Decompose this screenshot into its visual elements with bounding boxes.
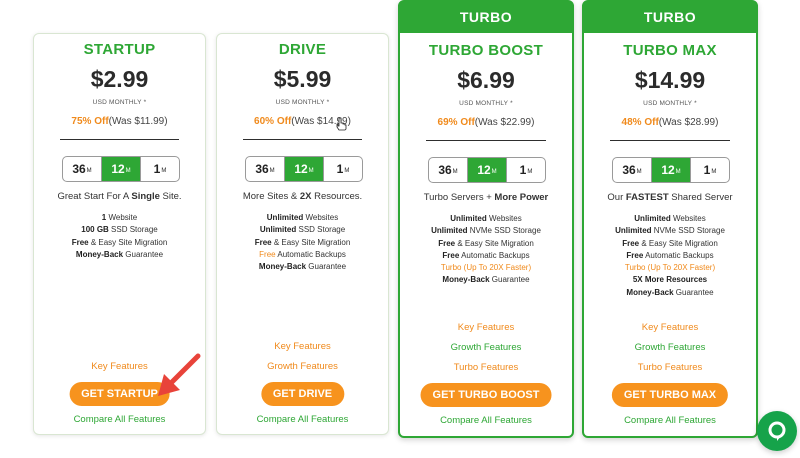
feature-list: Unlimited Websites Unlimited NVMe SSD St… xyxy=(400,213,572,287)
plan-price: $14.99 xyxy=(634,67,706,93)
key-features-link[interactable]: Key Features xyxy=(584,318,756,338)
compare-all-features-link[interactable]: Compare All Features xyxy=(584,415,756,426)
discount-text: 69% Off(Was $22.99) xyxy=(437,117,535,128)
hand-cursor-icon xyxy=(336,117,347,131)
plan-name: TURBO MAX xyxy=(623,42,717,59)
feature-links: Key Features Growth Features Turbo Featu… xyxy=(400,318,572,378)
plan-card-turbo-max: TURBO TURBO MAX $14.99 USD MONTHLY * 48%… xyxy=(582,0,758,438)
term-selector: 36 M 12 M 1M xyxy=(612,157,730,183)
feature-item: Turbo (Up To 20X Faster) xyxy=(440,263,532,273)
key-features-link[interactable]: Key Features xyxy=(217,337,388,357)
feature-item: Unlimited Websites xyxy=(450,214,522,223)
feature-list: 1 Website 100 GB SSD Storage Free & Easy… xyxy=(34,212,205,261)
divider xyxy=(610,140,730,141)
feature-item: Unlimited NVMe SSD Storage xyxy=(431,226,541,236)
growth-features-link[interactable]: Growth Features xyxy=(217,357,388,377)
term-1-button[interactable]: 1M xyxy=(690,158,729,182)
price-note: USD MONTHLY * xyxy=(459,100,513,107)
term-12-button[interactable]: 12 M xyxy=(651,158,690,182)
compare-all-features-link[interactable]: Compare All Features xyxy=(400,415,572,426)
growth-features-link[interactable]: Growth Features xyxy=(400,338,572,358)
term-12-button[interactable]: 12 M xyxy=(284,157,323,181)
feature-item: Money-Back Guarantee xyxy=(258,262,347,272)
feature-item: Free Automatic Backups xyxy=(259,249,346,259)
feature-list: Unlimited Websites Unlimited NVMe SSD St… xyxy=(584,213,756,299)
feature-item: Unlimited NVMe SSD Storage xyxy=(615,226,725,236)
term-selector: 36 M 12 M 1M xyxy=(245,156,363,182)
plan-tagline: Turbo Servers + More Power xyxy=(423,192,549,203)
term-36-button[interactable]: 36 M xyxy=(63,157,101,181)
turbo-features-link[interactable]: Turbo Features xyxy=(400,358,572,378)
term-36-button[interactable]: 36 M xyxy=(613,158,651,182)
plan-price: $5.99 xyxy=(273,66,332,92)
plan-name: STARTUP xyxy=(83,41,156,58)
feature-item: 1 Website xyxy=(101,213,138,222)
plan-card-turbo-boost: TURBO TURBO BOOST $6.99 USD MONTHLY * 69… xyxy=(398,0,574,438)
feature-item: Money-Back Guarantee xyxy=(442,275,530,285)
divider xyxy=(426,140,546,141)
feature-item: Free & Easy Site Migration xyxy=(622,238,718,248)
term-selector: 36 M 12 M 1M xyxy=(62,156,180,182)
price-note: USD MONTHLY * xyxy=(275,99,330,106)
term-36-button[interactable]: 36 M xyxy=(246,157,284,181)
divider xyxy=(60,139,179,140)
feature-item: 100 GB SSD Storage xyxy=(81,225,158,235)
plan-name: DRIVE xyxy=(278,41,327,58)
divider xyxy=(243,139,362,140)
discount-text: 75% Off(Was $11.99) xyxy=(71,116,168,127)
plan-tagline: More Sites & 2X Resources. xyxy=(242,191,363,202)
feature-item: Money-Back Guarantee xyxy=(626,287,714,297)
feature-item: Free & Easy Site Migration xyxy=(71,237,168,247)
get-turbo-max-button[interactable]: GET TURBO MAX xyxy=(611,383,729,407)
feature-item: Unlimited Websites xyxy=(634,214,706,223)
red-arrow-icon xyxy=(158,353,201,396)
feature-links: Key Features Growth Features Turbo Featu… xyxy=(584,318,756,378)
key-features-link[interactable]: Key Features xyxy=(400,318,572,338)
feature-item: Free Automatic Backups xyxy=(442,250,530,260)
feature-item: Unlimited Websites xyxy=(266,213,339,222)
feature-item: 5X More Resources xyxy=(632,275,708,285)
feature-item: Turbo (Up To 20X Faster) xyxy=(624,263,716,273)
term-1-button[interactable]: 1M xyxy=(140,157,179,181)
turbo-ribbon: TURBO xyxy=(400,2,572,33)
plan-price: $2.99 xyxy=(90,66,149,92)
term-selector: 36 M 12 M 1M xyxy=(428,157,546,183)
feature-item: Money-Back Guarantee xyxy=(75,249,164,259)
term-1-button[interactable]: 1M xyxy=(506,158,545,182)
get-drive-button[interactable]: GET DRIVE xyxy=(260,382,345,406)
discount-text: 48% Off(Was $28.99) xyxy=(621,117,719,128)
get-turbo-boost-button[interactable]: GET TURBO BOOST xyxy=(420,383,552,407)
plan-tagline: Our FASTEST Shared Server xyxy=(607,192,733,203)
plan-card-drive: DRIVE $5.99 USD MONTHLY * 60% Off(Was $1… xyxy=(216,33,389,435)
price-note: USD MONTHLY * xyxy=(643,100,697,107)
feature-list: Unlimited Websites Unlimited SSD Storage… xyxy=(217,212,388,273)
term-12-button[interactable]: 12 M xyxy=(467,158,506,182)
turbo-ribbon: TURBO xyxy=(584,2,756,33)
chat-widget-button[interactable] xyxy=(757,411,797,451)
plan-tagline: Great Start For A Single Site. xyxy=(57,191,182,202)
feature-links: Key Features Growth Features xyxy=(217,337,388,377)
compare-all-features-link[interactable]: Compare All Features xyxy=(34,414,205,425)
feature-item: Unlimited SSD Storage xyxy=(259,225,346,235)
compare-all-features-link[interactable]: Compare All Features xyxy=(217,414,388,425)
feature-item: Free & Easy Site Migration xyxy=(254,237,351,247)
plan-name: TURBO BOOST xyxy=(428,42,544,59)
term-12-button[interactable]: 12 M xyxy=(101,157,140,181)
chat-icon xyxy=(768,421,786,441)
term-1-button[interactable]: 1M xyxy=(323,157,362,181)
discount-text: 60% Off(Was $14.99) xyxy=(254,116,351,127)
plan-price: $6.99 xyxy=(457,67,515,93)
pricing-page: STARTUP $2.99 USD MONTHLY * 75% Off(Was … xyxy=(0,0,800,458)
turbo-features-link[interactable]: Turbo Features xyxy=(584,358,756,378)
growth-features-link[interactable]: Growth Features xyxy=(584,338,756,358)
price-note: USD MONTHLY * xyxy=(92,99,147,106)
feature-item: Free & Easy Site Migration xyxy=(438,238,534,248)
term-36-button[interactable]: 36 M xyxy=(429,158,467,182)
feature-item: Free Automatic Backups xyxy=(626,250,714,260)
